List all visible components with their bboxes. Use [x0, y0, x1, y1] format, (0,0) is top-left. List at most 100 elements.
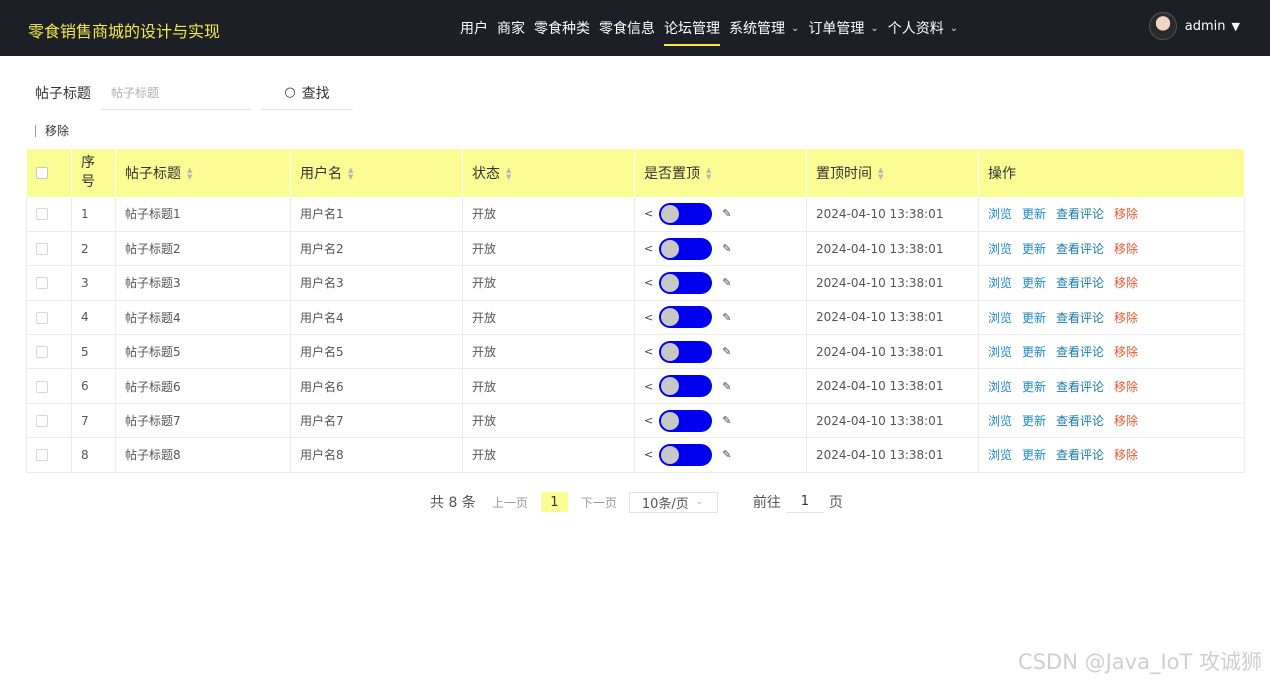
- edit-icon[interactable]: ✎: [722, 242, 731, 255]
- nav-item-6[interactable]: 订单管理 ⌄: [808, 0, 878, 56]
- nav-item-7[interactable]: 个人资料 ⌄: [888, 0, 958, 56]
- view-comments-button[interactable]: 查看评论: [1056, 448, 1104, 462]
- row-pinned: < ✎: [634, 300, 807, 336]
- row-checkbox[interactable]: [36, 415, 48, 428]
- caret-down-icon[interactable]: ▼: [1232, 20, 1240, 33]
- user-menu[interactable]: admin ▼: [1148, 12, 1240, 40]
- row-select[interactable]: [26, 368, 72, 404]
- header-index: 序号: [71, 149, 116, 197]
- row-checkbox[interactable]: [36, 311, 48, 324]
- nav-item-0[interactable]: 用户: [460, 0, 488, 56]
- pin-toggle-switch[interactable]: [659, 443, 713, 466]
- header-select-all[interactable]: [26, 149, 72, 197]
- update-button[interactable]: 更新: [1022, 207, 1046, 221]
- page-size-select[interactable]: 10条/页 ⌄: [628, 491, 718, 513]
- row-checkbox[interactable]: [36, 449, 48, 462]
- next-page-button[interactable]: 下一页: [581, 494, 617, 511]
- nav-item-2[interactable]: 零食种类: [534, 0, 590, 56]
- view-comments-button[interactable]: 查看评论: [1056, 242, 1104, 256]
- header-pin-time[interactable]: 置顶时间 ▲ ▼: [806, 149, 979, 197]
- header-pinned[interactable]: 是否置顶 ▲ ▼: [634, 149, 807, 197]
- pin-toggle-switch[interactable]: [659, 409, 713, 432]
- header-user[interactable]: 用户名 ▲ ▼: [290, 149, 463, 197]
- sort-icon[interactable]: ▲ ▼: [506, 167, 514, 181]
- row-select[interactable]: [26, 231, 72, 267]
- update-button[interactable]: 更新: [1022, 311, 1046, 325]
- prev-page-button[interactable]: 上一页: [492, 494, 528, 511]
- remove-button[interactable]: 移除: [1114, 414, 1138, 428]
- row-checkbox[interactable]: [36, 243, 48, 256]
- sort-icon[interactable]: ▲ ▼: [706, 167, 714, 181]
- header-status[interactable]: 状态 ▲ ▼: [462, 149, 635, 197]
- nav-item-1[interactable]: 商家: [497, 0, 525, 56]
- update-button[interactable]: 更新: [1022, 414, 1046, 428]
- edit-icon[interactable]: ✎: [722, 276, 731, 289]
- view-button[interactable]: 浏览: [988, 345, 1012, 359]
- avatar[interactable]: [1148, 12, 1177, 40]
- bulk-remove-button[interactable]: 移除: [35, 122, 69, 139]
- select-all-checkbox[interactable]: [35, 167, 48, 179]
- sort-icon[interactable]: ▲ ▼: [187, 167, 195, 181]
- edit-icon[interactable]: ✎: [722, 311, 731, 324]
- view-button[interactable]: 浏览: [988, 311, 1012, 325]
- view-button[interactable]: 浏览: [988, 380, 1012, 394]
- pin-toggle-switch[interactable]: [659, 237, 713, 260]
- view-button[interactable]: 浏览: [988, 207, 1012, 221]
- sort-icon[interactable]: ▲ ▼: [348, 167, 356, 181]
- row-select[interactable]: [26, 265, 72, 301]
- view-comments-button[interactable]: 查看评论: [1056, 345, 1104, 359]
- view-comments-button[interactable]: 查看评论: [1056, 276, 1104, 290]
- goto-page-input[interactable]: 1: [785, 491, 824, 513]
- row-select[interactable]: [26, 300, 72, 336]
- update-button[interactable]: 更新: [1022, 380, 1046, 394]
- row-select[interactable]: [26, 437, 72, 473]
- edit-icon[interactable]: ✎: [722, 448, 731, 461]
- remove-button[interactable]: 移除: [1114, 276, 1138, 290]
- remove-button[interactable]: 移除: [1114, 207, 1138, 221]
- nav-item-4[interactable]: 论坛管理: [664, 0, 720, 56]
- remove-button[interactable]: 移除: [1114, 448, 1138, 462]
- view-comments-button[interactable]: 查看评论: [1056, 311, 1104, 325]
- search-input[interactable]: [101, 76, 251, 110]
- row-select[interactable]: [26, 403, 72, 439]
- update-button[interactable]: 更新: [1022, 345, 1046, 359]
- pin-toggle-switch[interactable]: [659, 306, 713, 329]
- row-checkbox[interactable]: [36, 277, 48, 290]
- edit-icon[interactable]: ✎: [722, 380, 731, 393]
- row-select[interactable]: [26, 334, 72, 370]
- view-comments-button[interactable]: 查看评论: [1056, 380, 1104, 394]
- pin-toggle-switch[interactable]: [659, 202, 713, 225]
- pin-toggle-switch[interactable]: [659, 340, 713, 363]
- row-checkbox[interactable]: [36, 208, 48, 221]
- sort-icon[interactable]: ▲ ▼: [878, 167, 886, 181]
- pin-toggle-switch[interactable]: [659, 271, 713, 294]
- update-button[interactable]: 更新: [1022, 242, 1046, 256]
- edit-icon[interactable]: ✎: [722, 345, 731, 358]
- page-number-current[interactable]: 1: [540, 492, 568, 512]
- row-checkbox[interactable]: [36, 380, 48, 393]
- remove-button[interactable]: 移除: [1114, 311, 1138, 325]
- view-comments-button[interactable]: 查看评论: [1056, 414, 1104, 428]
- row-select[interactable]: [26, 197, 72, 232]
- update-button[interactable]: 更新: [1022, 276, 1046, 290]
- header-title[interactable]: 帖子标题 ▲ ▼: [115, 149, 291, 197]
- edit-icon[interactable]: ✎: [722, 414, 731, 427]
- remove-button[interactable]: 移除: [1114, 345, 1138, 359]
- nav-item-3[interactable]: 零食信息: [599, 0, 655, 56]
- username[interactable]: admin: [1185, 19, 1226, 34]
- remove-button[interactable]: 移除: [1114, 242, 1138, 256]
- view-button[interactable]: 浏览: [988, 448, 1012, 462]
- row-pin-time: 2024-04-10 13:38:01: [806, 437, 979, 473]
- search-button[interactable]: ○ 查找: [261, 76, 353, 110]
- row-pin-time: 2024-04-10 13:38:01: [806, 368, 979, 404]
- view-button[interactable]: 浏览: [988, 276, 1012, 290]
- pin-toggle-switch[interactable]: [659, 375, 713, 398]
- remove-button[interactable]: 移除: [1114, 380, 1138, 394]
- view-button[interactable]: 浏览: [988, 414, 1012, 428]
- nav-item-5[interactable]: 系统管理 ⌄: [729, 0, 799, 56]
- view-comments-button[interactable]: 查看评论: [1056, 207, 1104, 221]
- update-button[interactable]: 更新: [1022, 448, 1046, 462]
- row-checkbox[interactable]: [36, 346, 48, 359]
- view-button[interactable]: 浏览: [988, 242, 1012, 256]
- edit-icon[interactable]: ✎: [722, 207, 731, 220]
